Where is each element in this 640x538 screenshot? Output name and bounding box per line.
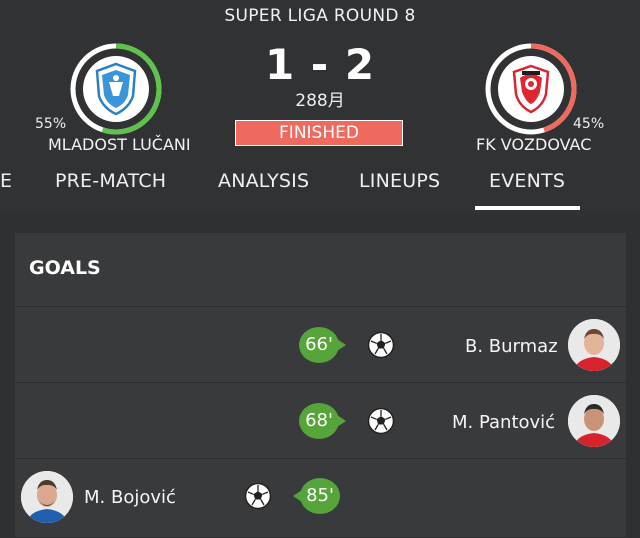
goal-scorer-name[interactable]: M. Bojović <box>84 487 176 508</box>
tab-partial[interactable]: E <box>0 170 12 192</box>
home-logo <box>83 56 149 122</box>
goal-event-row[interactable]: M. Bojović 85' <box>15 458 626 538</box>
goal-minute: 85' <box>293 478 340 514</box>
soccer-ball-icon <box>367 407 395 435</box>
tab-analysis[interactable]: ANALYSIS <box>218 170 309 192</box>
goal-minute: 66' <box>299 327 346 363</box>
away-possession: 45% <box>573 116 605 132</box>
tab-events[interactable]: EVENTS <box>489 170 565 192</box>
goal-event-row[interactable]: 68' M. Pantović <box>15 382 626 459</box>
tab-lineups[interactable]: LINEUPS <box>359 170 440 192</box>
home-team-crest[interactable] <box>70 43 162 135</box>
away-logo <box>498 56 564 122</box>
match-status-badge: FINISHED <box>235 120 403 146</box>
round-title: SUPER LIGA ROUND 8 <box>224 6 416 26</box>
home-possession: 55% <box>35 116 67 132</box>
tab-pre-match[interactable]: PRE-MATCH <box>55 170 166 192</box>
active-tab-indicator <box>475 206 580 210</box>
player-avatar[interactable] <box>568 319 620 371</box>
match-date: 288月 <box>295 91 345 111</box>
away-team-crest[interactable] <box>485 43 577 135</box>
away-team-name[interactable]: FK VOZDOVAC <box>476 135 591 154</box>
goal-scorer-name[interactable]: M. Pantović <box>452 412 555 433</box>
goal-event-row[interactable]: 66' B. Burmaz <box>15 306 626 383</box>
player-avatar[interactable] <box>21 471 73 523</box>
match-score: 1 - 2 <box>264 40 376 89</box>
goal-minute: 68' <box>299 403 346 439</box>
player-avatar[interactable] <box>568 395 620 447</box>
goals-section-title: GOALS <box>29 257 101 279</box>
home-team-name[interactable]: MLADOST LUČANI <box>48 135 191 154</box>
match-header: SUPER LIGA ROUND 8 55% MLADOST LUČANI 1 … <box>0 0 640 214</box>
goal-scorer-name[interactable]: B. Burmaz <box>465 336 558 357</box>
goals-card: GOALS 66' B. Burmaz 68' M. Pantović M. B… <box>15 233 626 537</box>
soccer-ball-icon <box>367 331 395 359</box>
soccer-ball-icon <box>244 482 272 510</box>
